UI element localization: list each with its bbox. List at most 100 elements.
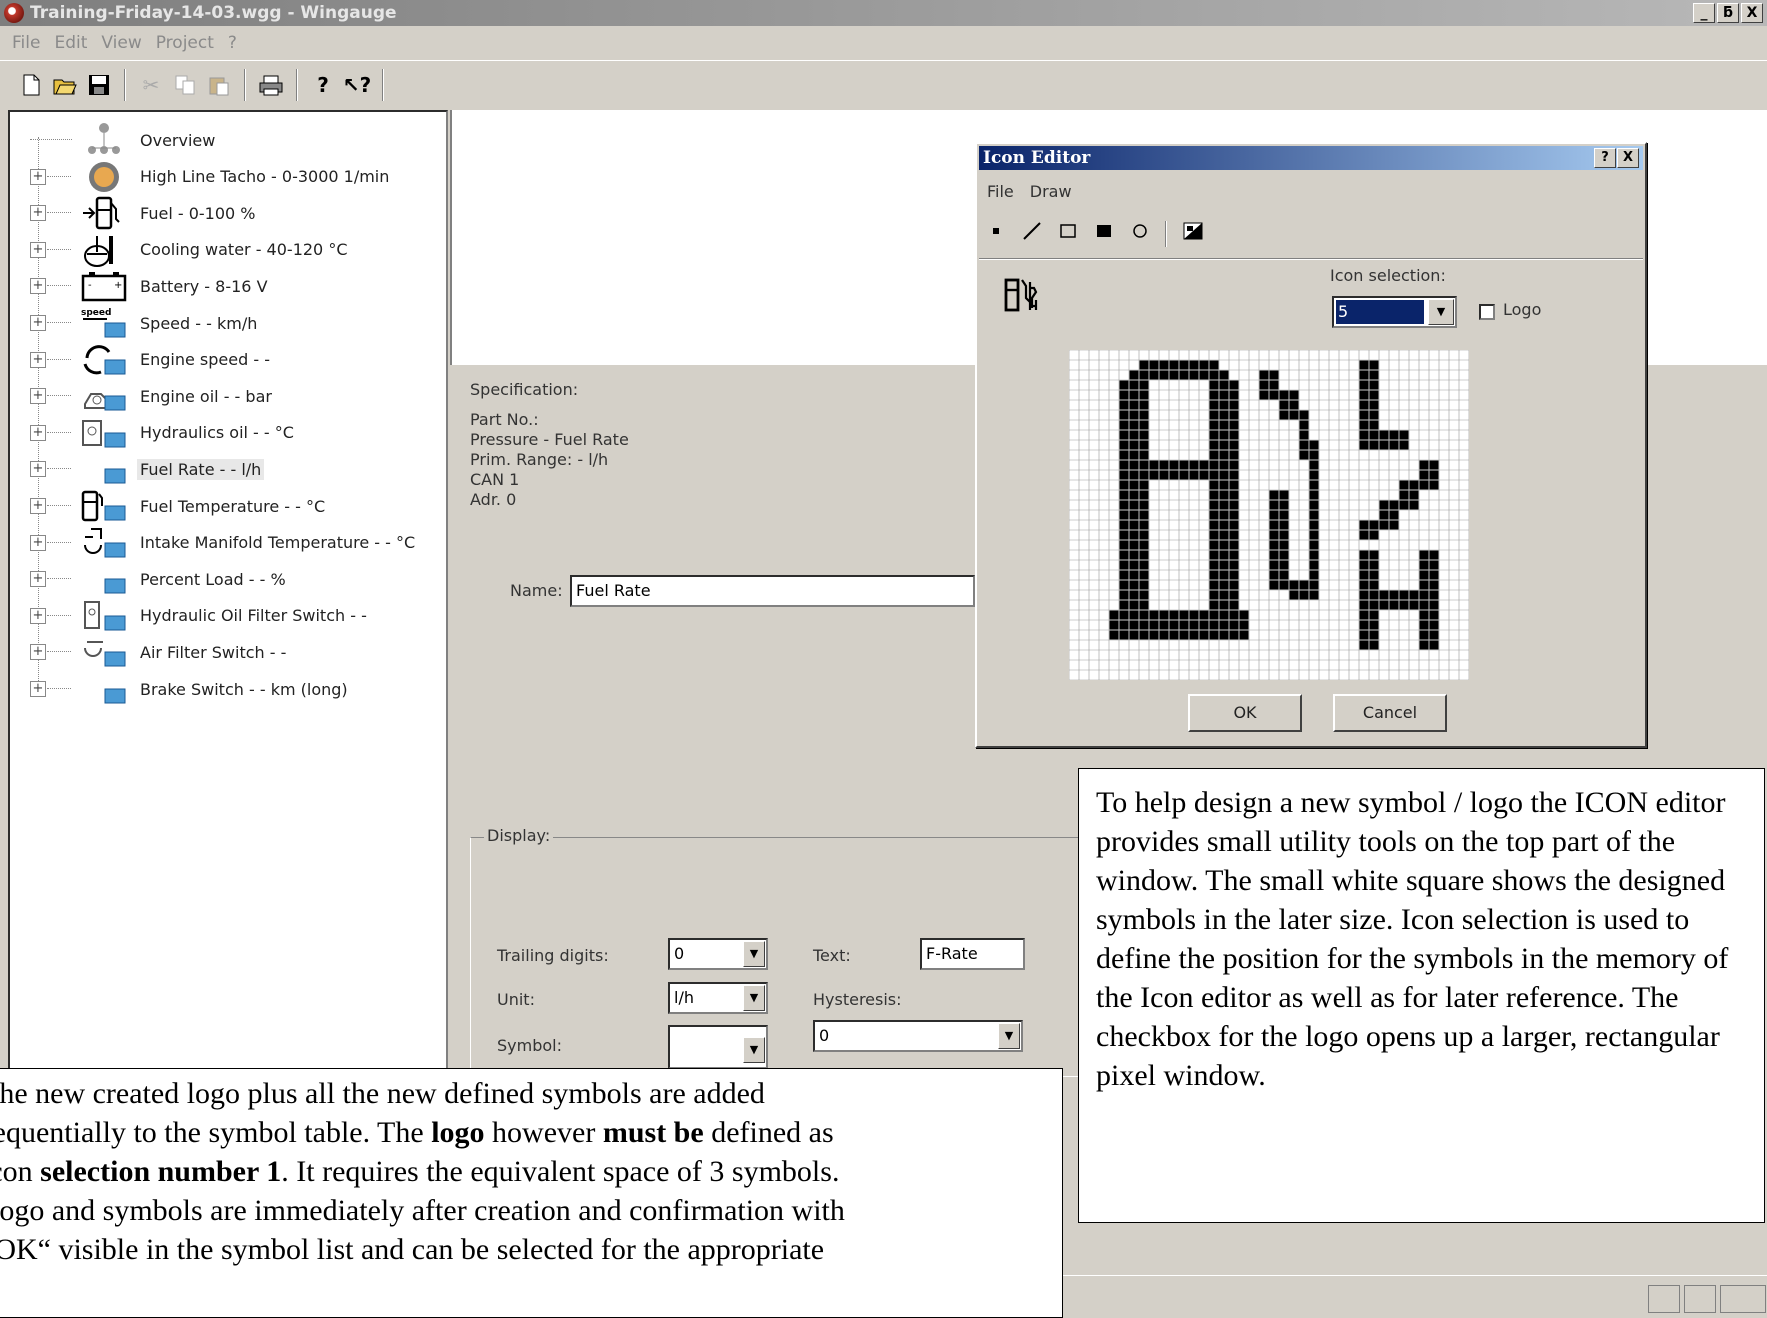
pixel-on[interactable] (1219, 400, 1229, 410)
pixel-on[interactable] (1419, 580, 1429, 590)
pixel-on[interactable] (1179, 360, 1189, 370)
open-folder-icon[interactable] (52, 72, 78, 98)
pixel-on[interactable] (1269, 500, 1279, 510)
expand-icon[interactable]: + (30, 461, 46, 478)
pixel-on[interactable] (1379, 520, 1389, 530)
pixel-on[interactable] (1369, 440, 1379, 450)
pixel-on[interactable] (1219, 490, 1229, 500)
pixel-on[interactable] (1169, 470, 1179, 480)
pixel-on[interactable] (1229, 430, 1239, 440)
pixel-on[interactable] (1379, 440, 1389, 450)
pixel-on[interactable] (1219, 610, 1229, 620)
pixel-on[interactable] (1419, 630, 1429, 640)
pixel-on[interactable] (1119, 570, 1129, 580)
cancel-button[interactable]: Cancel (1333, 694, 1447, 732)
pixel-on[interactable] (1209, 600, 1219, 610)
pixel-on[interactable] (1139, 470, 1149, 480)
symbol-select[interactable]: ▼ (668, 1025, 768, 1069)
dropdown-arrow-icon[interactable]: ▼ (743, 941, 765, 967)
pixel-on[interactable] (1139, 430, 1149, 440)
pixel-on[interactable] (1209, 530, 1219, 540)
pixel-on[interactable] (1169, 610, 1179, 620)
tree-item[interactable]: Overview (10, 120, 440, 160)
pixel-on[interactable] (1209, 520, 1219, 530)
pixel-on[interactable] (1359, 550, 1369, 560)
pixel-on[interactable] (1219, 560, 1229, 570)
minimize-button[interactable]: _ (1693, 3, 1715, 23)
pixel-on[interactable] (1279, 530, 1289, 540)
pixel-on[interactable] (1259, 370, 1269, 380)
pixel-on[interactable] (1399, 600, 1409, 610)
pixel-on[interactable] (1179, 460, 1189, 470)
pixel-on[interactable] (1129, 370, 1139, 380)
tree-item[interactable]: + Intake Manifold Temperature - - °C (10, 523, 440, 563)
pixel-on[interactable] (1419, 640, 1429, 650)
pixel-on[interactable] (1309, 510, 1319, 520)
pixel-on[interactable] (1229, 550, 1239, 560)
pixel-on[interactable] (1399, 440, 1409, 450)
pixel-on[interactable] (1119, 610, 1129, 620)
pixel-on[interactable] (1119, 630, 1129, 640)
menu-project[interactable]: Project (156, 33, 214, 53)
pixel-on[interactable] (1359, 390, 1369, 400)
pixel-on[interactable] (1359, 400, 1369, 410)
pixel-on[interactable] (1389, 430, 1399, 440)
cut-icon[interactable]: ✂ (138, 72, 164, 98)
pixel-on[interactable] (1379, 500, 1389, 510)
pixel-on[interactable] (1429, 460, 1439, 470)
tree-item[interactable]: + Fuel Temperature - - °C (10, 486, 440, 526)
pixel-on[interactable] (1229, 560, 1239, 570)
pixel-on[interactable] (1369, 380, 1379, 390)
pixel-on[interactable] (1119, 520, 1129, 530)
pixel-on[interactable] (1429, 580, 1439, 590)
pixel-on[interactable] (1129, 600, 1139, 610)
trailing-digits-select[interactable]: 0 ▼ (668, 938, 768, 970)
pixel-on[interactable] (1409, 500, 1419, 510)
pixel-on[interactable] (1269, 570, 1279, 580)
expand-icon[interactable]: + (30, 644, 46, 661)
pixel-on[interactable] (1169, 630, 1179, 640)
pixel-on[interactable] (1309, 590, 1319, 600)
pixel-on[interactable] (1119, 590, 1129, 600)
pixel-on[interactable] (1429, 560, 1439, 570)
pixel-on[interactable] (1229, 460, 1239, 470)
pixel-on[interactable] (1409, 490, 1419, 500)
pixel-on[interactable] (1359, 630, 1369, 640)
pixel-on[interactable] (1199, 610, 1209, 620)
pixel-on[interactable] (1409, 590, 1419, 600)
new-file-icon[interactable] (18, 72, 44, 98)
pixel-on[interactable] (1229, 500, 1239, 510)
pixel-on[interactable] (1219, 590, 1229, 600)
pixel-on[interactable] (1279, 570, 1289, 580)
pixel-on[interactable] (1209, 500, 1219, 510)
dialog-help-button[interactable]: ? (1594, 148, 1616, 168)
pixel-on[interactable] (1229, 490, 1239, 500)
pixel-on[interactable] (1199, 620, 1209, 630)
tree-item[interactable]: + Percent Load - - % (10, 559, 440, 599)
expand-icon[interactable]: + (30, 168, 46, 185)
pixel-on[interactable] (1279, 560, 1289, 570)
pixel-on[interactable] (1209, 430, 1219, 440)
pixel-on[interactable] (1119, 600, 1129, 610)
pixel-on[interactable] (1209, 630, 1219, 640)
pixel-on[interactable] (1129, 550, 1139, 560)
pixel-on[interactable] (1359, 610, 1369, 620)
pixel-on[interactable] (1359, 520, 1369, 530)
pixel-on[interactable] (1359, 440, 1369, 450)
pixel-on[interactable] (1209, 580, 1219, 590)
pixel-grid-canvas[interactable] (1069, 350, 1469, 680)
pixel-on[interactable] (1269, 540, 1279, 550)
pixel-on[interactable] (1309, 580, 1319, 590)
filled-rectangle-tool-icon[interactable] (1093, 220, 1115, 247)
menu-help[interactable]: ? (228, 33, 237, 53)
pixel-on[interactable] (1289, 400, 1299, 410)
pixel-on[interactable] (1119, 540, 1129, 550)
pixel-on[interactable] (1359, 420, 1369, 430)
pixel-on[interactable] (1209, 360, 1219, 370)
pixel-on[interactable] (1129, 580, 1139, 590)
pixel-on[interactable] (1129, 530, 1139, 540)
pixel-on[interactable] (1359, 570, 1369, 580)
pixel-on[interactable] (1229, 450, 1239, 460)
pixel-on[interactable] (1359, 360, 1369, 370)
pixel-on[interactable] (1269, 550, 1279, 560)
